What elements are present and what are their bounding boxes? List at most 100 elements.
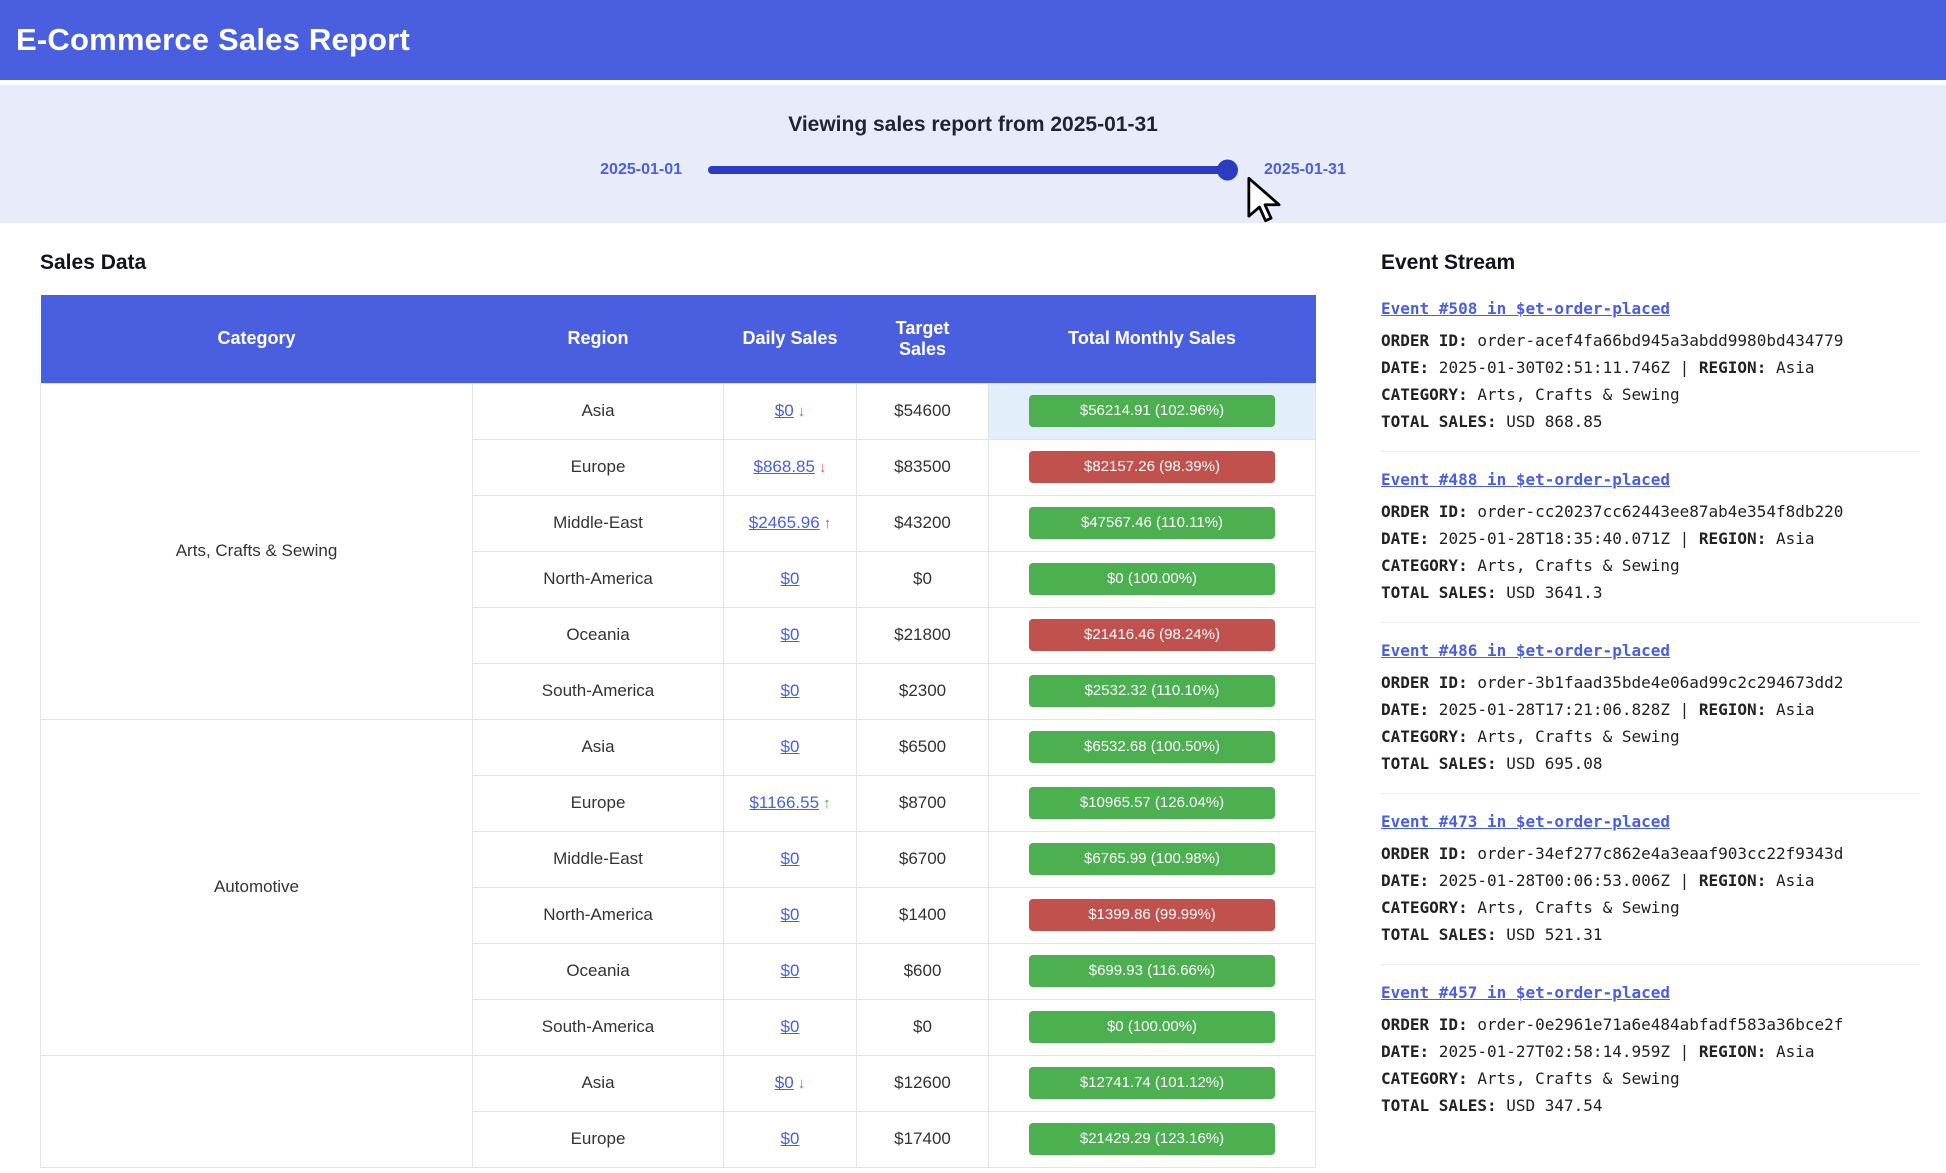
event-detail-line: CATEGORY: Arts, Crafts & Sewing [1381,723,1920,750]
daily-sales-link[interactable]: $0 [781,737,800,756]
total-monthly-sales-cell: $21416.46 (98.24%) [989,607,1316,663]
region-cell: Asia [473,719,724,775]
daily-sales-cell: $868.85↓ [724,439,857,495]
event-detail-line: ORDER ID: order-3b1faad35bde4e06ad99c2c2… [1381,669,1920,696]
daily-sales-link[interactable]: $0 [781,681,800,700]
column-header: Daily Sales [724,295,857,383]
event-detail-line: TOTAL SALES: USD 521.31 [1381,921,1920,948]
total-monthly-sales-cell: $2532.32 (110.10%) [989,663,1316,719]
event-detail-line: TOTAL SALES: USD 3641.3 [1381,579,1920,606]
sales-status-badge: $56214.91 (102.96%) [1029,395,1275,427]
daily-sales-cell: $0 [724,943,857,999]
slider-title: Viewing sales report from 2025-01-31 [0,113,1946,137]
sales-status-badge: $47567.46 (110.11%) [1029,507,1275,539]
sales-status-badge: $6532.68 (100.50%) [1029,731,1275,763]
slider-min-label: 2025-01-01 [600,161,682,179]
column-header: Target Sales [857,295,989,383]
daily-sales-link[interactable]: $0 [781,1017,800,1036]
event-detail-line: ORDER ID: order-34ef277c862e4a3eaaf903cc… [1381,840,1920,867]
event-card: Event #488 in $et-order-placedORDER ID: … [1381,466,1920,623]
date-slider[interactable] [708,166,1238,174]
daily-sales-link[interactable]: $0 [781,961,800,980]
trend-down-icon: ↓ [798,403,806,420]
total-monthly-sales-cell: $56214.91 (102.96%) [989,383,1316,439]
table-row: Arts, Crafts & SewingAsia$0↓$54600$56214… [41,383,1316,439]
event-detail-line: DATE: 2025-01-30T02:51:11.746Z | REGION:… [1381,354,1920,381]
event-list: Event #508 in $et-order-placed ORDER ID: … [1381,295,1920,1135]
total-monthly-sales-cell: $6532.68 (100.50%) [989,719,1316,775]
event-detail-line: DATE: 2025-01-28T00:06:53.006Z | REGION:… [1381,867,1920,894]
daily-sales-cell: $0 [724,607,857,663]
sales-status-badge: $2532.32 (110.10%) [1029,675,1275,707]
sales-status-badge: $82157.26 (98.39%) [1029,451,1275,483]
daily-sales-cell: $1166.55↑ [724,775,857,831]
region-cell: Asia [473,383,724,439]
daily-sales-link[interactable]: $0 [781,569,800,588]
column-header: Region [473,295,724,383]
event-detail-line: CATEGORY: Arts, Crafts & Sewing [1381,1065,1920,1092]
event-detail-line: ORDER ID: order-acef4fa66bd945a3abdd9980… [1381,327,1920,354]
sales-status-badge: $10965.57 (126.04%) [1029,787,1275,819]
event-detail-line: CATEGORY: Arts, Crafts & Sewing [1381,552,1920,579]
event-detail-line: ORDER ID: order-0e2961e71a6e484abfadf583… [1381,1011,1920,1038]
daily-sales-cell: $0 [724,831,857,887]
table-row: Asia$0↓$12600$12741.74 (101.12%) [41,1055,1316,1111]
event-link[interactable]: Event #508 in $et-order-placed [1381,299,1670,318]
daily-sales-link[interactable]: $0 [781,905,800,924]
event-detail-line: DATE: 2025-01-27T02:58:14.959Z | REGION:… [1381,1038,1920,1065]
column-header: Category [41,295,473,383]
sales-status-badge: $0 (100.00%) [1029,1011,1275,1043]
daily-sales-link[interactable]: $0 [781,849,800,868]
target-sales-cell: $0 [857,999,989,1055]
daily-sales-link[interactable]: $1166.55 [749,793,819,812]
daily-sales-cell: $0 [724,551,857,607]
target-sales-cell: $12600 [857,1055,989,1111]
sales-table: CategoryRegionDaily SalesTarget SalesTot… [40,295,1316,1168]
trend-down-icon: ↓ [819,459,827,476]
event-detail-line: TOTAL SALES: USD 868.85 [1381,408,1920,435]
region-cell: Europe [473,1111,724,1167]
daily-sales-link[interactable]: $0 [775,1073,794,1092]
daily-sales-cell: $0↓ [724,1055,857,1111]
target-sales-cell: $54600 [857,383,989,439]
daily-sales-link[interactable]: $0 [781,1129,800,1148]
target-sales-cell: $600 [857,943,989,999]
region-cell: Middle-East [473,831,724,887]
event-link[interactable]: Event #457 in $et-order-placed [1381,983,1670,1002]
event-detail-line: CATEGORY: Arts, Crafts & Sewing [1381,381,1920,408]
total-monthly-sales-cell: $82157.26 (98.39%) [989,439,1316,495]
daily-sales-link[interactable]: $0 [781,625,800,644]
table-row: AutomotiveAsia$0$6500$6532.68 (100.50%) [41,719,1316,775]
total-monthly-sales-cell: $21429.29 (123.16%) [989,1111,1316,1167]
sales-table-body: Arts, Crafts & SewingAsia$0↓$54600$56214… [41,383,1316,1167]
target-sales-cell: $6500 [857,719,989,775]
app-header: E-Commerce Sales Report [0,0,1946,80]
region-cell: Europe [473,775,724,831]
sales-status-badge: $699.93 (116.66%) [1029,955,1275,987]
daily-sales-link[interactable]: $2465.96 [749,513,820,532]
daily-sales-link[interactable]: $868.85 [754,457,815,476]
event-detail-line: CATEGORY: Arts, Crafts & Sewing [1381,894,1920,921]
event-detail-line: DATE: 2025-01-28T17:21:06.828Z | REGION:… [1381,696,1920,723]
event-link[interactable]: Event #488 in $et-order-placed [1381,470,1670,489]
total-monthly-sales-cell: $47567.46 (110.11%) [989,495,1316,551]
sales-data-section: Sales Data CategoryRegionDaily SalesTarg… [40,251,1315,1168]
mouse-cursor [1244,177,1284,225]
total-monthly-sales-cell: $1399.86 (99.99%) [989,887,1316,943]
category-cell [41,1055,473,1167]
daily-sales-cell: $0 [724,887,857,943]
slider-thumb[interactable] [1217,160,1238,181]
daily-sales-link[interactable]: $0 [775,401,794,420]
total-monthly-sales-cell: $699.93 (116.66%) [989,943,1316,999]
event-detail-line: DATE: 2025-01-28T18:35:40.071Z | REGION:… [1381,525,1920,552]
target-sales-cell: $21800 [857,607,989,663]
date-slider-section: Viewing sales report from 2025-01-31 202… [0,85,1946,223]
event-detail-line: TOTAL SALES: USD 695.08 [1381,750,1920,777]
sales-status-badge: $12741.74 (101.12%) [1029,1067,1275,1099]
event-link[interactable]: Event #473 in $et-order-placed [1381,812,1670,831]
event-link[interactable]: Event #486 in $et-order-placed [1381,641,1670,660]
total-monthly-sales-cell: $10965.57 (126.04%) [989,775,1316,831]
region-cell: North-America [473,551,724,607]
page-title: E-Commerce Sales Report [16,22,410,58]
daily-sales-cell: $0 [724,1111,857,1167]
